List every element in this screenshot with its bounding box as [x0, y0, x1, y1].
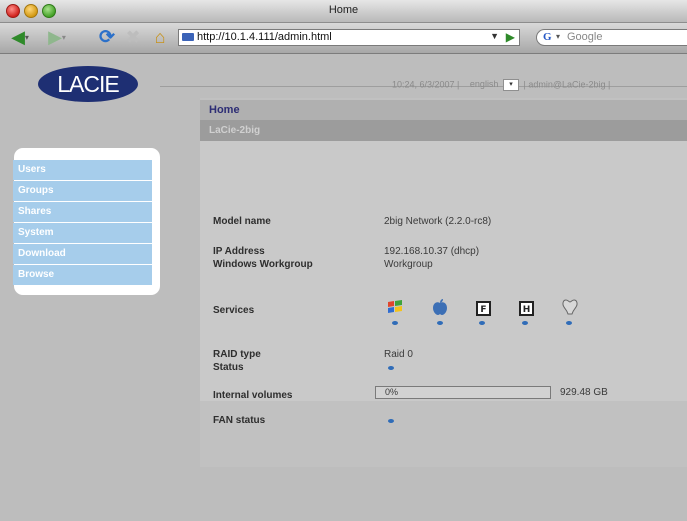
search-engine-icon[interactable]: G: [543, 31, 552, 43]
title-bar: Home: [0, 0, 687, 23]
window-title: Home: [328, 4, 359, 16]
lacie-logo: LACIE: [38, 66, 138, 102]
back-arrow-icon: ◀: [11, 26, 25, 47]
ip-address-label: IP Address: [213, 246, 265, 257]
fan-status-icon: [388, 419, 394, 423]
history-dropdown-icon[interactable]: ▼: [490, 31, 499, 41]
volume-size: 929.48 GB: [560, 387, 608, 398]
search-field[interactable]: G ▾ Google: [536, 29, 687, 46]
ftp-service-status-icon: [479, 321, 485, 325]
home-button[interactable]: ⌂: [148, 27, 172, 47]
raid-status-icon: [388, 366, 394, 370]
forward-button[interactable]: ▶ ▾: [40, 27, 74, 47]
apple-service-status-icon: [437, 321, 443, 325]
ftp-service-icon[interactable]: F: [474, 299, 492, 317]
fan-status-label: FAN status: [213, 415, 266, 426]
model-name-value: 2big Network (2.2.0-rc8): [384, 216, 492, 227]
address-bar[interactable]: http://10.1.4.111/admin.html ▼ ▶: [178, 29, 520, 46]
back-button[interactable]: ◀ ▾: [3, 27, 37, 47]
workgroup-value: Workgroup: [384, 259, 433, 270]
stop-button[interactable]: ✖: [122, 27, 144, 47]
site-icon: [182, 33, 194, 41]
menu-item-system[interactable]: System: [13, 223, 152, 243]
user-info: | admin@LaCie-2big |: [523, 79, 611, 90]
windows-service-icon[interactable]: [386, 298, 404, 316]
menu-item-groups[interactable]: Groups: [13, 181, 152, 201]
language-select[interactable]: ▾: [502, 79, 519, 91]
search-placeholder: Google: [567, 31, 603, 43]
device-name: LaCie-2big: [209, 125, 261, 136]
page-title: Home: [209, 104, 240, 116]
reload-icon: ⟳: [99, 26, 115, 48]
raid-type-value: Raid 0: [384, 349, 413, 360]
workgroup-label: Windows Workgroup: [213, 259, 313, 270]
header-info: 10:24, 6/3/2007 | english ▾ | admin@LaCi…: [392, 79, 610, 91]
language-label: english: [469, 79, 499, 90]
datetime: 10:24, 6/3/2007 |: [392, 79, 460, 90]
stop-icon: ✖: [125, 26, 141, 47]
browser-window: Home ◀ ▾ ▶ ▾ ⟳ ✖ ⌂ http://10.1.4.111/admin…: [0, 0, 687, 521]
svg-text:F: F: [480, 305, 486, 315]
menu-item-download[interactable]: Download: [13, 244, 152, 264]
http-service-status-icon: [522, 321, 528, 325]
device-header: LaCie-2big: [200, 120, 687, 141]
svg-text:H: H: [522, 305, 530, 315]
forward-arrow-icon: ▶: [48, 26, 62, 47]
volume-usage-bar: 0%: [375, 386, 551, 399]
device-details-panel: [200, 141, 687, 401]
bonjour-service-icon[interactable]: [561, 298, 579, 316]
status-label: Status: [213, 362, 244, 373]
browser-toolbar: ◀ ▾ ▶ ▾ ⟳ ✖ ⌂ http://10.1.4.111/admin.html…: [0, 23, 687, 54]
http-service-icon[interactable]: H: [517, 299, 535, 317]
apple-service-icon[interactable]: [431, 298, 449, 316]
menu-item-users[interactable]: Users: [13, 160, 152, 180]
home-icon: ⌂: [154, 26, 166, 47]
bonjour-service-status-icon: [566, 321, 572, 325]
ip-address-value: 192.168.10.37 (dhcp): [384, 246, 480, 257]
volume-usage-text: 0%: [385, 387, 399, 397]
model-name-label: Model name: [213, 216, 271, 227]
internal-volumes-label: Internal volumes: [213, 390, 293, 401]
url-text: http://10.1.4.111/admin.html: [197, 31, 332, 43]
section-header: Home: [200, 100, 687, 120]
windows-service-status-icon: [392, 321, 398, 325]
reload-button[interactable]: ⟳: [96, 26, 118, 48]
menu-item-browse[interactable]: Browse: [13, 265, 152, 285]
menu-item-shares[interactable]: Shares: [13, 202, 152, 222]
go-icon[interactable]: ▶: [506, 30, 515, 44]
search-engine-dropdown-icon[interactable]: ▾: [556, 32, 560, 41]
services-label: Services: [213, 305, 255, 316]
raid-type-label: RAID type: [213, 349, 261, 360]
